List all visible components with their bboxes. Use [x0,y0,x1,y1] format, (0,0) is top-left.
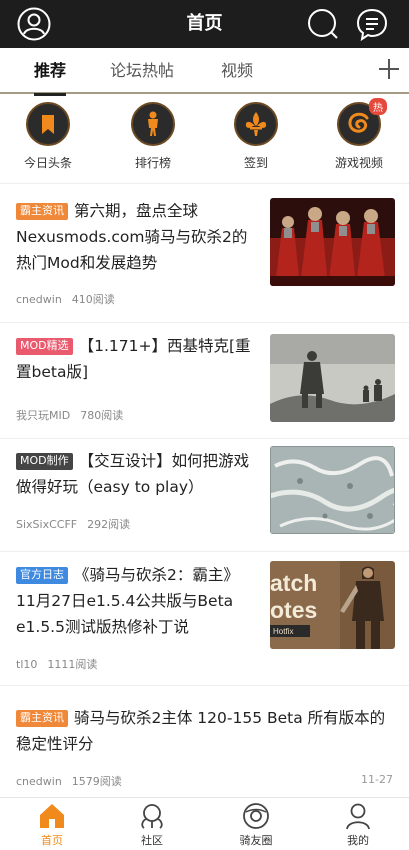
article-reads: 292阅读 [87,518,131,531]
article-title-text: 骑马与砍杀2主体 120-155 Beta 所有版本的稳定性评分 [16,709,386,753]
hot-badge: 热 [369,98,387,115]
quick-nav-headlines[interactable]: 今日头条 [3,102,93,171]
article-tag: MOD制作 [16,453,73,470]
article-author: 我只玩MID [16,409,71,422]
divider [0,322,409,323]
nav-rider-circle[interactable]: 骑友圈 [226,801,286,848]
top-bar: 首页 [0,0,409,48]
article-reads: 780阅读 [80,409,124,422]
patch-word-3: Hotfix [273,627,293,636]
knights-image [270,198,395,286]
article-tag: 霸主资讯 [16,710,68,727]
circle-icon [243,803,269,829]
article-reads: 1579阅读 [71,775,122,788]
page-title: 首页 [186,13,223,34]
article-tag: 官方日志 [16,567,68,584]
tab-video[interactable]: 视频 [221,48,253,94]
divider [0,438,409,439]
article-reads: 410阅读 [71,293,115,306]
bookmark-icon [26,102,70,146]
nav-label: 我的 [347,834,369,847]
article-title: 霸主资讯 骑马与砍杀2主体 120-155 Beta 所有版本的稳定性评分 [16,705,394,757]
quick-nav-label: 今日头条 [23,156,72,170]
article-title: MOD精选 【1.171+】西基特克[重置beta版] [16,333,256,385]
article-meta: cnedwin 1579阅读 [16,773,122,789]
article-reads: 1111阅读 [47,658,98,671]
nav-community[interactable]: 社区 [122,801,182,848]
divider [0,685,409,686]
article-item[interactable]: 霸主资讯 骑马与砍杀2主体 120-155 Beta 所有版本的稳定性评分 cne… [0,700,409,796]
quick-nav-label: 排行榜 [134,156,171,170]
article-meta: tl10 1111阅读 [16,656,97,672]
article-author: SixSixCCFF [16,518,78,531]
message-icon[interactable] [354,6,390,42]
quick-nav-ranking[interactable]: 排行榜 [108,102,198,171]
nav-profile[interactable]: 我的 [328,801,388,848]
article-meta: SixSixCCFF 292阅读 [16,516,130,532]
article-title: MOD制作 【交互设计】如何把游戏做得好玩（easy to play） [16,448,256,500]
article-item[interactable]: MOD制作 【交互设计】如何把游戏做得好玩（easy to play） SixSi… [0,440,409,548]
tab-bar: 推荐 论坛热帖 视频 [0,48,409,96]
article-item[interactable]: MOD精选 【1.171+】西基特克[重置beta版] 我只玩MID 780阅读 [0,328,409,434]
quick-nav-game-video[interactable]: 热 游戏视频 [314,98,404,171]
article-tag: MOD精选 [16,338,73,355]
search-icon[interactable] [305,6,341,42]
article-item[interactable]: 官方日志 《骑马与砍杀2：霸主》11月27日e1.5.4公共版与Beta e1.5… [0,556,409,682]
article-meta: 我只玩MID 780阅读 [16,407,123,423]
tab-recommend[interactable]: 推荐 [34,48,67,96]
bottom-nav: 首页 社区 骑友圈 我的 [0,797,409,850]
article-author: cnedwin [16,775,62,788]
article-author: cnedwin [16,293,62,306]
article-meta: cnedwin 410阅读 [16,291,115,307]
article-title: 霸主资讯 第六期，盘点全球Nexusmods.com骑马与砍杀2的热门Mod和发展… [16,198,256,276]
quick-nav-label: 游戏视频 [334,156,383,170]
community-icon [141,804,163,829]
patch-word-2: otes [270,597,317,623]
patch-word-1: atch [270,570,317,596]
article-date: 11-27 [361,773,393,786]
tab-forum-hot[interactable]: 论坛热帖 [110,48,174,94]
profile-icon [346,803,370,830]
fleur-de-lis-icon [234,102,278,146]
battlefield-image [270,334,395,422]
map-image [270,446,395,534]
quick-nav-label: 签到 [243,156,268,170]
nav-label: 首页 [41,834,63,847]
warrior-icon [131,102,175,146]
divider [0,551,409,552]
quick-nav: 今日头条 排行榜 签到 热 游戏视频 [0,96,409,182]
home-icon [40,804,64,828]
divider [0,183,409,184]
nav-label: 骑友圈 [239,834,273,847]
add-tab-icon[interactable] [376,56,402,82]
patch-notes-image: atch otes Hotfix [270,561,395,649]
nav-home[interactable]: 首页 [22,801,82,848]
article-tag: 霸主资讯 [16,203,68,220]
article-title: 官方日志 《骑马与砍杀2：霸主》11月27日e1.5.4公共版与Beta e1.5… [16,562,256,640]
nav-label: 社区 [141,834,163,847]
article-author: tl10 [16,658,38,671]
swirl-icon: 热 [337,98,387,146]
quick-nav-checkin[interactable]: 签到 [211,102,301,171]
article-item[interactable]: 霸主资讯 第六期，盘点全球Nexusmods.com骑马与砍杀2的热门Mod和发展… [0,190,409,318]
